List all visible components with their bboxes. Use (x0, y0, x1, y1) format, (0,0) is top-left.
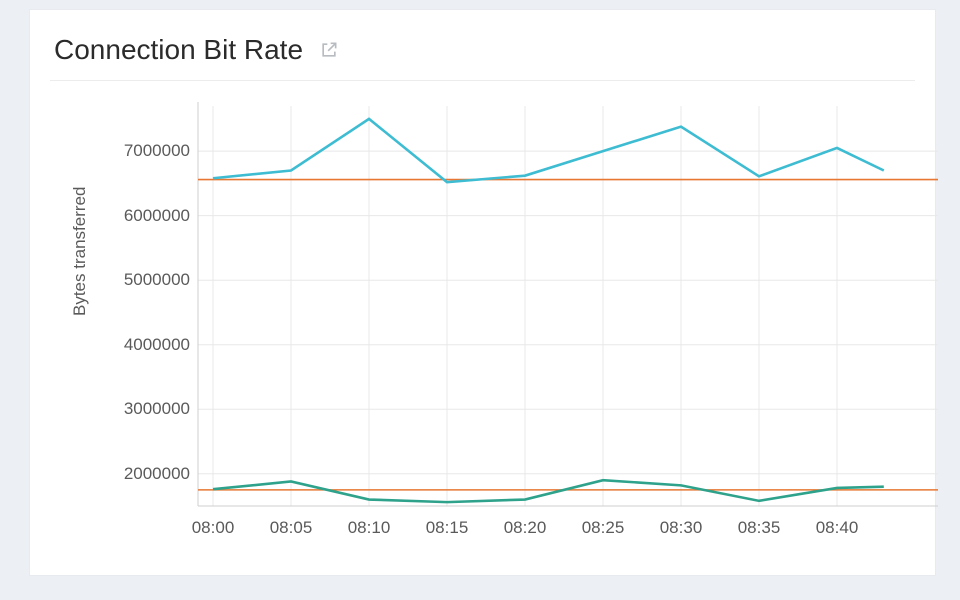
chart-header: Connection Bit Rate (30, 10, 935, 74)
chart-svg (198, 106, 938, 536)
y-tick-label: 7000000 (100, 141, 190, 161)
y-tick-label: 4000000 (100, 335, 190, 355)
x-tick-label: 08:35 (738, 518, 781, 538)
x-tick-label: 08:25 (582, 518, 625, 538)
y-tick-label: 3000000 (100, 399, 190, 419)
series-low (213, 480, 884, 502)
x-tick-label: 08:05 (270, 518, 313, 538)
x-tick-label: 08:00 (192, 518, 235, 538)
y-tick-label: 2000000 (100, 464, 190, 484)
chart-plot-area: Bytes transferred 2000000300000040000005… (78, 106, 938, 566)
y-tick-label: 6000000 (100, 206, 190, 226)
x-tick-label: 08:30 (660, 518, 703, 538)
popout-icon[interactable] (319, 40, 339, 60)
series-high (213, 119, 884, 182)
x-tick-label: 08:20 (504, 518, 547, 538)
x-tick-label: 08:15 (426, 518, 469, 538)
y-axis-label: Bytes transferred (70, 187, 90, 316)
chart-title: Connection Bit Rate (54, 34, 303, 66)
y-tick-label: 5000000 (100, 270, 190, 290)
x-tick-label: 08:10 (348, 518, 391, 538)
chart-card: Connection Bit Rate Bytes transferred 20… (30, 10, 935, 575)
header-divider (50, 80, 915, 81)
x-tick-label: 08:40 (816, 518, 859, 538)
